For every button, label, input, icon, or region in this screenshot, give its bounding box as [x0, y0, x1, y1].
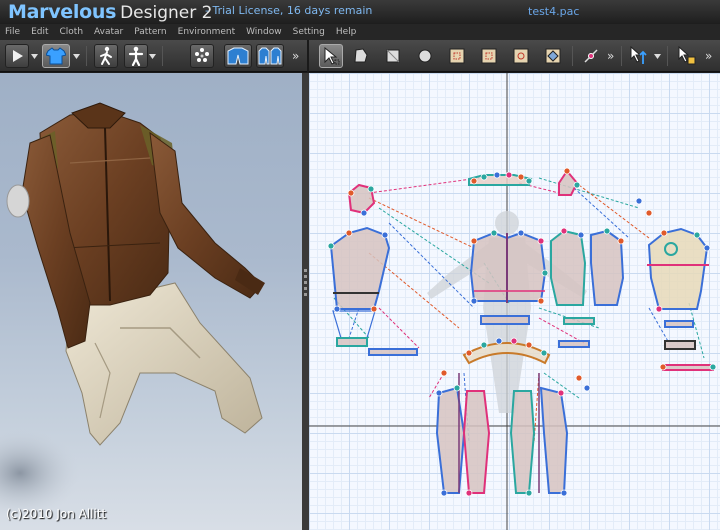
ground-shadow [0, 428, 80, 518]
menu-bar: File Edit Cloth Avatar Pattern Environme… [0, 24, 720, 40]
toolbar-3d-overflow[interactable]: » [292, 44, 299, 68]
toolbar-separator [162, 46, 163, 66]
menu-environment[interactable]: Environment [178, 24, 235, 40]
pattern-pants-right-front[interactable] [509, 390, 536, 494]
title-bar: Marvelous Designer 2 - Trial License, 16 … [0, 0, 720, 24]
chevron-down-icon [149, 53, 156, 59]
pattern-pants-left-front[interactable] [462, 390, 491, 494]
avatar-hand [6, 184, 30, 218]
internal-rect-tool-button[interactable] [445, 44, 469, 68]
sewing-select-icon [678, 46, 696, 65]
app-logo: Marvelous Designer 2 [8, 0, 212, 24]
window-title-filename: test4.pac [528, 5, 580, 18]
toolbar-2d-overflow-b[interactable]: » [705, 44, 712, 68]
toolbar-3d: » [0, 40, 307, 72]
pattern-window-2d[interactable] [309, 73, 720, 530]
pattern-waistband-a[interactable] [480, 315, 530, 325]
splitter-grip [304, 281, 307, 284]
transform-dropdown[interactable] [653, 44, 662, 68]
internal-rect-icon [449, 48, 465, 64]
edit-point-tool-button[interactable] [579, 44, 603, 68]
polygon-tool-button[interactable] [349, 44, 373, 68]
brand-sub: Designer 2 [120, 3, 213, 23]
select-arrow-icon [324, 47, 340, 65]
avatar-button[interactable] [124, 44, 148, 68]
toolbar-separator [621, 46, 622, 66]
pattern-strap-left-a[interactable] [336, 337, 368, 347]
license-status: - Trial License, 16 days remain [205, 4, 373, 17]
sewing-select-tool-button[interactable] [675, 44, 699, 68]
diamond-icon [545, 48, 561, 64]
garment-dropdown[interactable] [72, 44, 81, 68]
pattern-sleeve-left[interactable] [329, 226, 391, 310]
walk-icon [100, 46, 112, 65]
point-button[interactable] [190, 44, 214, 68]
toolbar-separator [86, 46, 87, 66]
avatar-dropdown[interactable] [148, 44, 157, 68]
polygon-icon [354, 48, 368, 63]
toolbar-2d: » » [309, 40, 720, 72]
chevron-down-icon [31, 53, 38, 59]
garment-icon [227, 47, 249, 65]
circle-tool-button[interactable] [413, 44, 437, 68]
toolbar-separator [572, 46, 573, 66]
menu-cloth[interactable]: Cloth [60, 24, 84, 40]
menu-edit[interactable]: Edit [31, 24, 48, 40]
pattern-waistband-b[interactable] [563, 317, 595, 325]
menu-help[interactable]: Help [336, 24, 357, 40]
menu-setting[interactable]: Setting [293, 24, 325, 40]
points-icon [195, 48, 209, 62]
garment-3d-render [0, 102, 265, 518]
avatar-icon [128, 46, 144, 66]
avatar-pose-button[interactable] [94, 44, 118, 68]
circle-icon [418, 49, 432, 63]
rectangle-icon [386, 49, 400, 63]
garment-pair-button[interactable] [256, 44, 284, 68]
select-tool-button[interactable] [319, 44, 343, 68]
pattern-strap-right-c[interactable] [662, 364, 714, 371]
garment-pair-icon [258, 47, 282, 65]
notch-tool-button[interactable] [509, 44, 533, 68]
internal-polygon-tool-button[interactable] [477, 44, 501, 68]
notch-icon [513, 48, 529, 64]
chevron-down-icon [654, 53, 661, 59]
pattern-pants-right-back[interactable] [539, 386, 569, 494]
pattern-canvas [309, 73, 720, 530]
menu-file[interactable]: File [5, 24, 20, 40]
viewport-3d[interactable]: (c)2010 Jon Allitt [0, 73, 302, 530]
garment-button[interactable] [42, 44, 70, 68]
pattern-sleeve-right[interactable] [647, 227, 709, 310]
internal-polygon-icon [481, 48, 497, 64]
pants-3d [65, 282, 263, 446]
toolbar-separator [667, 46, 668, 66]
shirt-icon [46, 47, 66, 65]
pattern-strap-right-a[interactable] [664, 320, 694, 328]
pattern-strap-left-b[interactable] [368, 348, 418, 356]
simulate-dropdown[interactable] [30, 44, 39, 68]
garment-view-button[interactable] [224, 44, 252, 68]
pattern-waistband-c[interactable] [558, 340, 590, 348]
dart-tool-button[interactable] [541, 44, 565, 68]
menu-avatar[interactable]: Avatar [94, 24, 123, 40]
menu-window[interactable]: Window [246, 24, 282, 40]
transform-icon [630, 46, 647, 64]
splitter-grip [304, 269, 307, 272]
transform-tool-button[interactable] [627, 44, 651, 68]
copyright-watermark: (c)2010 Jon Allitt [6, 507, 107, 521]
pattern-strap-right-b[interactable] [664, 340, 696, 350]
toolbar-2d-overflow-a[interactable]: » [607, 44, 614, 68]
simulate-button[interactable] [5, 44, 29, 68]
splitter-grip [304, 287, 307, 290]
rectangle-tool-button[interactable] [381, 44, 405, 68]
splitter-grip [304, 275, 307, 278]
pattern-pants-left-back[interactable] [435, 386, 466, 494]
pattern-front-bodice-left[interactable] [550, 229, 587, 306]
pane-splitter[interactable] [302, 73, 309, 530]
splitter-grip [304, 293, 307, 296]
play-icon [13, 50, 23, 62]
chevron-down-icon [73, 53, 80, 59]
brand-main: Marvelous [8, 1, 117, 23]
edit-point-icon [584, 49, 598, 63]
menu-pattern[interactable]: Pattern [134, 24, 166, 40]
